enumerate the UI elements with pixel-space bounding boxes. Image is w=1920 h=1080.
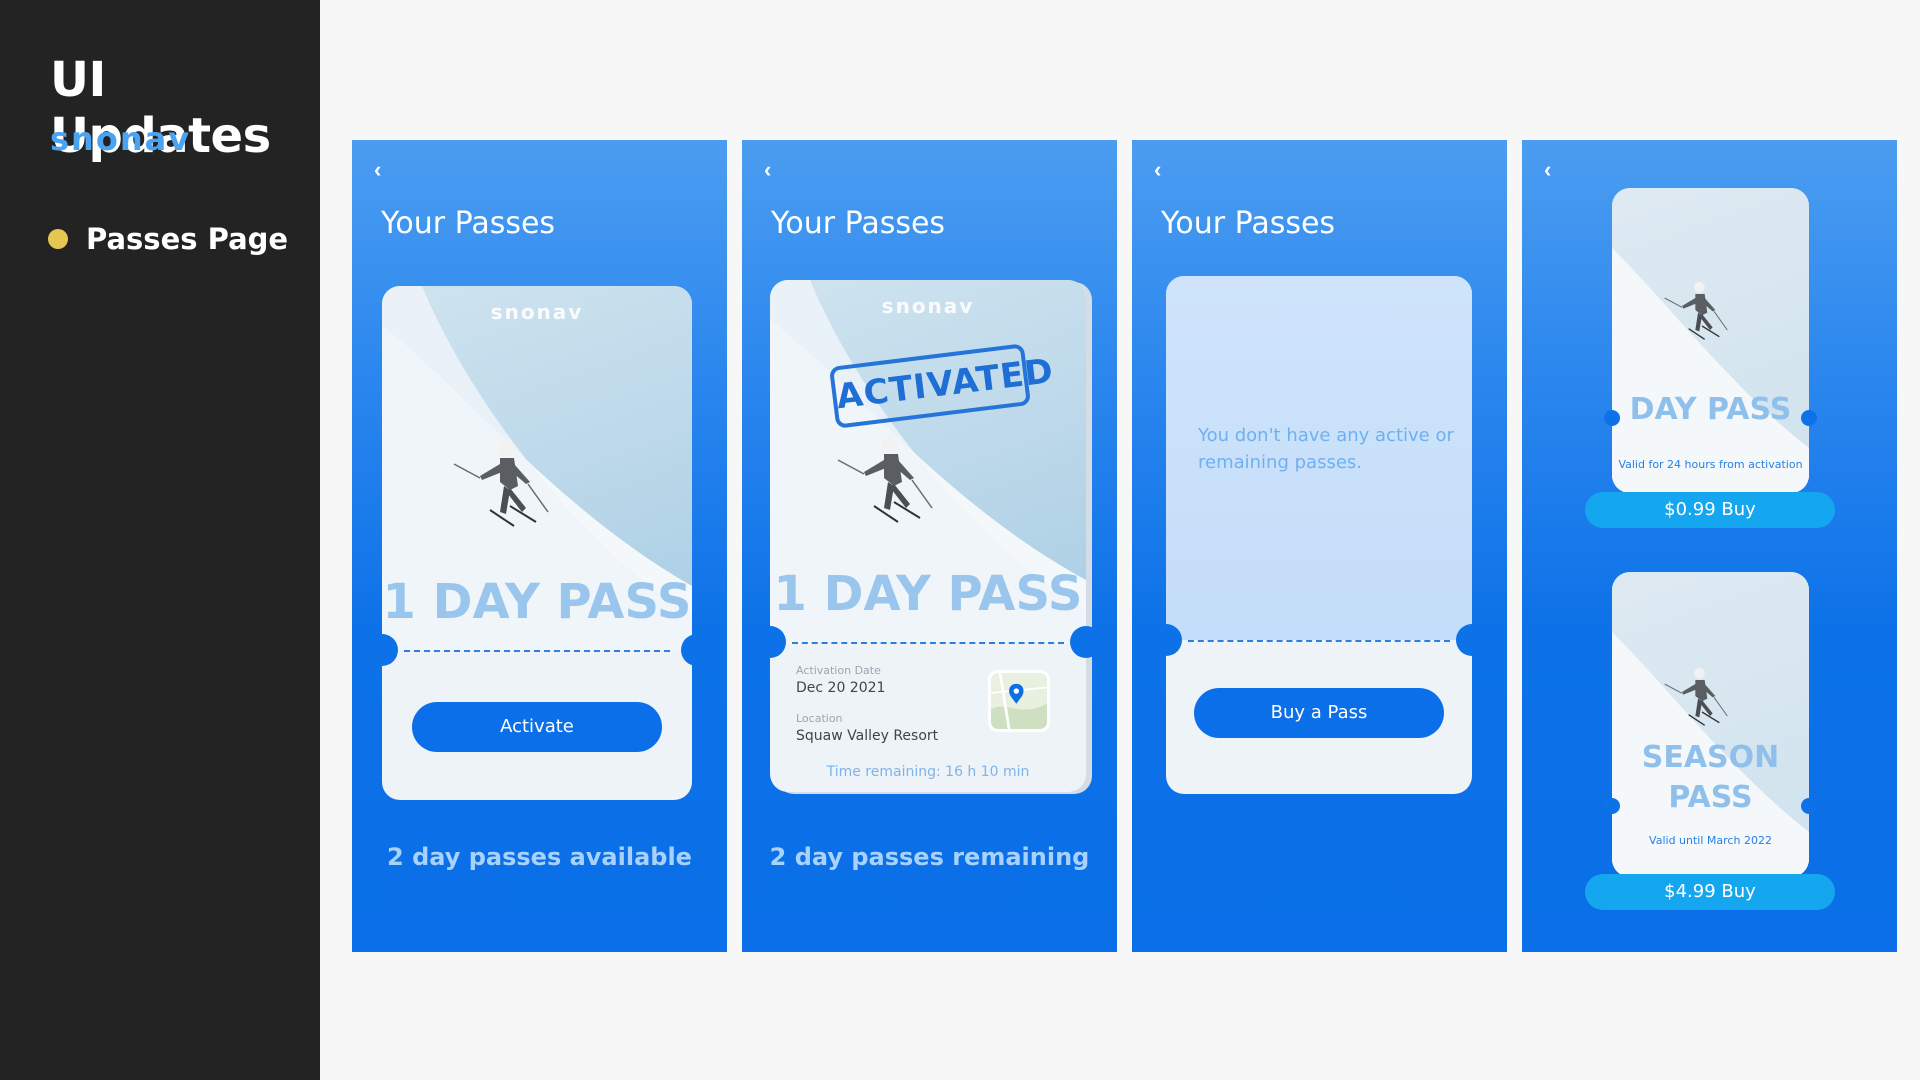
pass-name: 1 DAY PASS [382,574,692,630]
pass-card: snonav ACTIVATED 1 DAY PASS Activation D… [770,280,1086,792]
ticket-notch-left [1604,798,1620,814]
pass-name-line2: PASS [1668,780,1753,815]
screen-title: Your Passes [771,206,946,241]
sidebar: UI Updates snonav Passes Page [0,0,320,1080]
perforation-line [792,642,1064,644]
ticket-notch-right [1801,410,1817,426]
pass-name-line1: SEASON [1641,740,1780,775]
activation-date-label: Activation Date [796,664,881,677]
activate-button[interactable]: Activate [412,702,662,752]
back-chevron-icon[interactable]: ‹ [374,158,398,182]
screen-title: Your Passes [1161,206,1336,241]
screen-no-passes: ‹ Your Passes You don't have any active … [1132,140,1507,952]
location-label: Location [796,712,843,725]
back-chevron-icon[interactable]: ‹ [1154,158,1178,182]
season-pass-card: SEASON PASS Valid until March 2022 [1612,572,1809,877]
price: $4.99 [1664,881,1716,902]
sidebar-item-passes-page[interactable]: Passes Page [48,222,288,256]
price: $0.99 [1664,499,1716,520]
skier-image [444,434,564,554]
pass-name: 1 DAY PASS [773,566,1083,622]
ticket-notch-left [754,626,786,658]
screen-pass-activated: ‹ Your Passes snonav ACTIVATED 1 DAY PAS… [742,140,1117,952]
ticket-notch-right [1070,626,1102,658]
pass-validity: Valid for 24 hours from activation [1618,458,1803,471]
season-pass-buy-button[interactable]: $4.99 Buy [1585,874,1835,910]
ticket-notch-right [681,634,713,666]
day-pass-card: DAY PASS Valid for 24 hours from activat… [1612,188,1809,493]
location-value: Squaw Valley Resort [796,728,939,744]
skier-image [1658,664,1738,744]
back-chevron-icon[interactable]: ‹ [1544,158,1568,182]
sidebar-item-label: Passes Page [86,222,289,256]
ticket-notch-right [1801,798,1817,814]
empty-message: You don't have any active or remaining p… [1198,425,1454,473]
pass-validity: Valid until March 2022 [1649,834,1772,847]
screen-title: Your Passes [381,206,556,241]
time-remaining-value: 16 h 10 min [945,764,1030,780]
buy-a-pass-button[interactable]: Buy a Pass [1194,688,1444,738]
buy-label: Buy [1721,499,1756,520]
map-thumbnail[interactable] [988,670,1050,732]
activation-date-value: Dec 20 2021 [796,680,886,696]
pass-photo: snonav 1 DAY PASS [382,286,692,650]
perforation-line [404,650,670,652]
card-logo: snonav [881,294,975,318]
ticket-notch-left [1150,624,1182,656]
screen-passes-available: ‹ Your Passes snonav 1 DAY PASS Activate… [352,140,727,952]
back-chevron-icon[interactable]: ‹ [764,158,788,182]
empty-pass-card: You don't have any active or remaining p… [1166,276,1472,794]
snonav-logo: snonav [50,120,191,158]
passes-count-text: 2 day passes available [387,843,692,871]
perforation-line [1188,640,1450,642]
pass-name: DAY PASS [1629,392,1792,427]
ticket-notch-left [366,634,398,666]
skier-image [1658,278,1738,358]
card-logo: snonav [490,300,584,324]
buy-label: Buy [1721,881,1756,902]
day-pass-buy-button[interactable]: $0.99 Buy [1585,492,1835,528]
passes-count-text: 2 day passes remaining [769,843,1090,871]
ticket-notch-left [1604,410,1620,426]
map-pin-icon [991,673,1047,729]
pass-photo: snonav ACTIVATED 1 DAY PASS [770,280,1086,644]
pass-card: snonav 1 DAY PASS Activate [382,286,692,800]
time-remaining-label: Time remaining: [826,764,941,780]
bullet-dot-icon [48,229,68,249]
time-remaining: Time remaining: 16 h 10 min [770,764,1086,780]
logo-text: snonav [50,120,192,158]
skier-image [828,430,948,550]
ticket-notch-right [1456,624,1488,656]
screen-buy-passes: ‹ DAY PASS Valid for 24 hours from activ… [1522,140,1897,952]
